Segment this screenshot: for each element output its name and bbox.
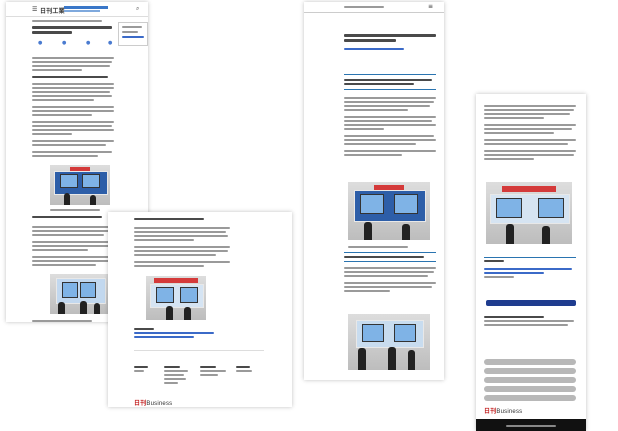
article-body-2 (32, 221, 114, 271)
share-icon[interactable]: ● (62, 40, 66, 46)
mobile-body (484, 100, 576, 165)
header-link-bar-2[interactable] (64, 10, 100, 12)
footer-logo[interactable]: 日刊Business (134, 398, 172, 407)
article-body (134, 222, 230, 272)
menu-button[interactable] (484, 386, 576, 392)
mobile-section-heading (344, 252, 436, 262)
screenshot-mobile-article: ≡ (304, 2, 444, 380)
more-articles-button[interactable] (486, 300, 576, 306)
footer-logo[interactable]: 日刊Business (484, 406, 522, 415)
exhibition-photo-2 (50, 274, 110, 314)
mobile-header: ≡ (304, 2, 444, 13)
menu-button[interactable] (484, 377, 576, 383)
mobile-article-title (344, 32, 436, 44)
share-icon[interactable]: ● (86, 40, 90, 46)
mobile-photo-2 (348, 314, 430, 370)
article-title (32, 24, 112, 36)
mobile-info-text (484, 314, 576, 328)
exhibition-photo (146, 276, 206, 320)
site-logo[interactable]: 日刊工業 (40, 6, 65, 15)
mobile-photo-caption (348, 244, 408, 250)
menu-button[interactable] (484, 359, 576, 365)
search-icon[interactable]: ⌕ (136, 5, 139, 13)
header-link-bar[interactable] (64, 6, 108, 9)
mobile-body-2 (344, 262, 436, 297)
menu-button[interactable] (484, 368, 576, 374)
menu-icon[interactable]: ≡ (428, 3, 433, 10)
share-icon[interactable]: ● (38, 40, 42, 46)
hamburger-icon[interactable]: ☰ (32, 6, 37, 13)
exhibition-photo (50, 165, 110, 205)
mobile-menu-buttons (480, 356, 580, 404)
menu-button[interactable] (484, 395, 576, 401)
site-header: ☰ 日刊工業 ⌕ (6, 2, 148, 17)
related-section-title (484, 258, 514, 264)
photo-caption-2 (32, 318, 92, 322)
article-body (32, 52, 114, 162)
mobile-footer-bar (476, 419, 586, 431)
photo-caption (50, 207, 100, 213)
mobile-lead-box (344, 74, 436, 90)
mobile-photo (348, 182, 430, 240)
screenshot-desktop-continuation: 日刊Business (108, 212, 292, 407)
divider (134, 350, 264, 351)
mobile-photo (486, 182, 572, 244)
screenshot-mobile-continuation: 日刊Business (476, 94, 586, 431)
related-links[interactable] (484, 266, 576, 280)
share-bar: ● ● ● ● (32, 40, 116, 48)
mobile-share-row[interactable] (344, 46, 436, 52)
related-title[interactable] (134, 326, 224, 340)
mobile-body (344, 92, 436, 161)
section-heading (32, 214, 102, 220)
sidebar-box (118, 22, 148, 46)
share-icon[interactable]: ● (108, 40, 112, 46)
